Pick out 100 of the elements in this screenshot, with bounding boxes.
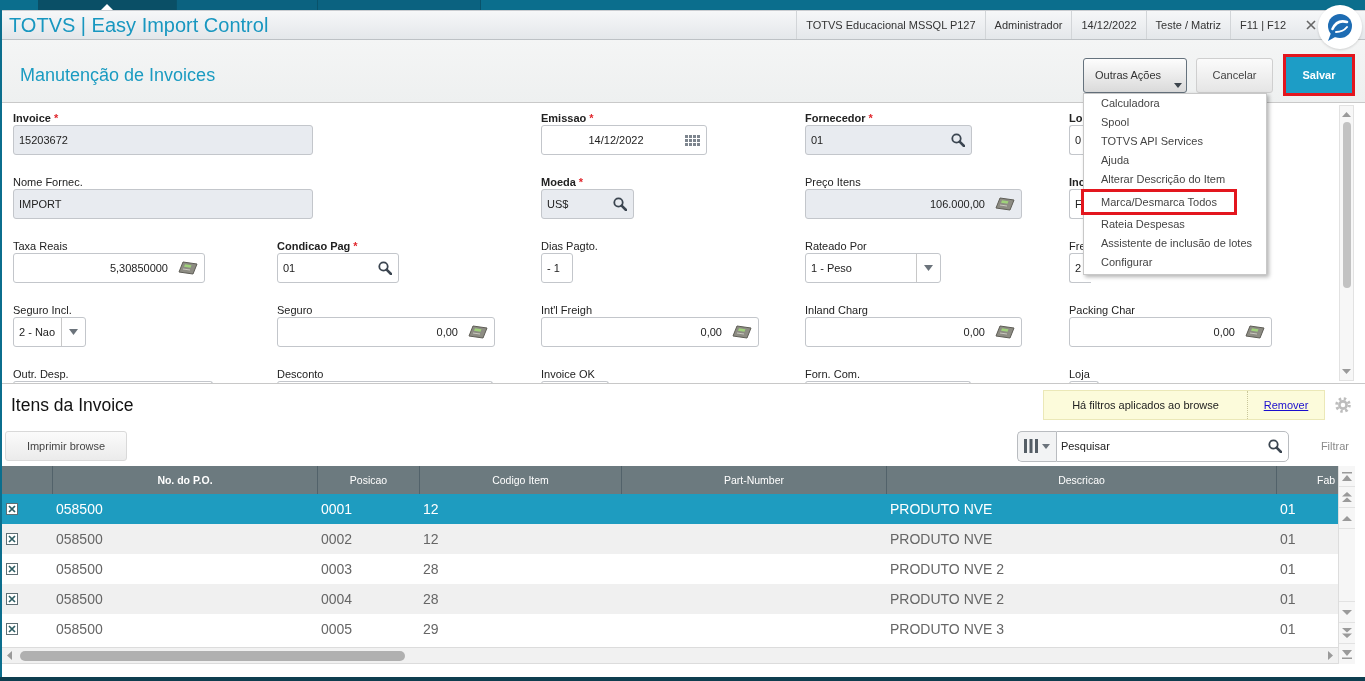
- table-cell-text: 28: [422, 560, 440, 579]
- table-cell-text: 058500: [55, 530, 104, 549]
- menu-item[interactable]: Rateia Despesas: [1084, 215, 1266, 234]
- checkbox[interactable]: [6, 563, 18, 575]
- scrollbar[interactable]: [2, 647, 1338, 664]
- field-label: Invoice *: [13, 112, 59, 125]
- menu-item[interactable]: Alterar Descrição do Item: [1084, 170, 1266, 189]
- close-icon[interactable]: [1306, 20, 1316, 30]
- input-field[interactable]: 15203672: [13, 125, 313, 155]
- menu-item[interactable]: Assistente de inclusão de lotes: [1084, 234, 1266, 253]
- more-actions-button[interactable]: Outras Ações: [1083, 57, 1187, 93]
- search-icon[interactable]: [378, 261, 392, 275]
- field-label: Dias Pagto.: [541, 240, 598, 253]
- remove-filter-link[interactable]: Remover: [1248, 399, 1324, 411]
- field-label: Loja: [1069, 368, 1090, 381]
- scroll-left-icon[interactable]: [7, 651, 12, 660]
- table-cell-text: 0003: [320, 560, 354, 579]
- table-cell-text: 0001: [320, 500, 354, 519]
- chat-icon[interactable]: [1317, 4, 1363, 50]
- calculator-icon[interactable]: [995, 325, 1015, 339]
- number-field[interactable]: 106.000,00: [805, 189, 1022, 219]
- search-icon[interactable]: [951, 133, 965, 147]
- input-field[interactable]: 0: [1069, 125, 1083, 155]
- menu-item[interactable]: TOTVS API Services: [1084, 132, 1266, 151]
- field-label: Condicao Pag *: [277, 240, 358, 253]
- field-label: Desconto: [277, 368, 324, 381]
- table-cell-text: 0004: [320, 590, 354, 609]
- calendar-icon[interactable]: [685, 134, 700, 146]
- table-cell-text: 01: [1279, 500, 1297, 519]
- scrollbar-thumb[interactable]: [20, 650, 405, 661]
- lookup-field[interactable]: 01: [277, 253, 399, 283]
- menu-item[interactable]: Ajuda: [1084, 151, 1266, 170]
- field-label: Taxa Reais: [13, 240, 68, 253]
- search-field[interactable]: Pesquisar: [1055, 430, 1289, 462]
- table-cell-text: 01: [1279, 620, 1297, 639]
- table-row[interactable]: 058500 0002 12 PRODUTO NVE 01: [2, 524, 1338, 554]
- column-picker-button[interactable]: [1016, 430, 1056, 462]
- checkbox[interactable]: [6, 503, 18, 515]
- settings-icon[interactable]: [1335, 397, 1351, 413]
- caret-icon: [1174, 82, 1182, 88]
- caret-icon: [1041, 443, 1050, 449]
- session-info: Teste / Matriz: [1145, 11, 1230, 39]
- field-label: Moeda *: [541, 176, 584, 189]
- table-row[interactable]: 058500 0004 28 PRODUTO NVE 2 01: [2, 584, 1338, 614]
- tab[interactable]: [38, 0, 177, 10]
- number-field[interactable]: 0,00: [541, 317, 759, 347]
- number-field[interactable]: 0,00: [277, 317, 495, 347]
- scroll-to-top-icon[interactable]: [1342, 471, 1352, 481]
- scroll-to-bottom-icon[interactable]: [1342, 649, 1352, 659]
- lookup-field[interactable]: US$: [541, 189, 634, 219]
- table-cell-text: PRODUTO NVE 2: [889, 590, 1006, 609]
- calculator-icon[interactable]: [995, 197, 1015, 211]
- menu-item[interactable]: Spool: [1084, 113, 1266, 132]
- field-label: Seguro Incl.: [13, 304, 72, 317]
- calculator-icon[interactable]: [1245, 325, 1265, 339]
- scroll-right-icon[interactable]: [1328, 651, 1333, 660]
- field-label: Nome Fornec.: [13, 176, 83, 189]
- number-field[interactable]: 5,30850000: [13, 253, 205, 283]
- calculator-icon[interactable]: [732, 325, 752, 339]
- caret-icon[interactable]: [69, 329, 78, 335]
- menu-item[interactable]: Calculadora: [1084, 94, 1266, 113]
- scroll-up-icon[interactable]: [1342, 515, 1352, 521]
- input-field[interactable]: - 1: [541, 253, 573, 283]
- calculator-icon[interactable]: [468, 325, 488, 339]
- select-field[interactable]: 1 - Peso: [805, 253, 941, 283]
- input-field[interactable]: IMPORT: [13, 189, 313, 219]
- field-label: Preço Itens: [805, 176, 861, 189]
- scroll-up-icon[interactable]: [1342, 112, 1351, 117]
- lookup-field[interactable]: 01: [805, 125, 972, 155]
- table-cell-text: 058500: [55, 560, 104, 579]
- search-icon[interactable]: [1267, 438, 1282, 453]
- table-cell-text: 29: [422, 620, 440, 639]
- number-field[interactable]: 0,00: [1069, 317, 1272, 347]
- checkbox[interactable]: [6, 533, 18, 545]
- scrollbar[interactable]: [1338, 466, 1355, 664]
- print-button[interactable]: Imprimir browse: [5, 431, 127, 461]
- filter-button[interactable]: Filtrar: [1320, 440, 1349, 452]
- number-field[interactable]: 0,00: [805, 317, 1022, 347]
- caret-icon[interactable]: [924, 265, 933, 271]
- scrollbar[interactable]: [1339, 105, 1354, 381]
- table-cell-text: PRODUTO NVE 2: [889, 560, 1006, 579]
- field-label: Invoice OK: [541, 368, 595, 381]
- checkbox[interactable]: [6, 593, 18, 605]
- search-icon[interactable]: [613, 197, 627, 211]
- menu-item[interactable]: Marca/Desmarca Todos: [1081, 189, 1237, 215]
- scroll-down-icon[interactable]: [1342, 369, 1351, 374]
- page-up-icon[interactable]: [1342, 492, 1352, 502]
- scrollbar-thumb[interactable]: [1342, 122, 1351, 288]
- page-down-icon[interactable]: [1342, 628, 1352, 638]
- field-label: Lo: [1069, 112, 1083, 125]
- checkbox[interactable]: [6, 623, 18, 635]
- select-field[interactable]: 2 - Nao: [13, 317, 86, 347]
- scroll-down-icon[interactable]: [1342, 609, 1352, 615]
- page-title: Manutenção de Invoices: [20, 64, 216, 86]
- filter-message: Há filtros aplicados ao browse: [1044, 391, 1248, 419]
- field-label: Inland Charg: [805, 304, 868, 317]
- cancel-button[interactable]: Cancelar: [1196, 57, 1273, 93]
- date-field[interactable]: 14/12/2022: [541, 125, 707, 155]
- field-label: Rateado Por: [805, 240, 867, 253]
- calculator-icon[interactable]: [178, 261, 198, 275]
